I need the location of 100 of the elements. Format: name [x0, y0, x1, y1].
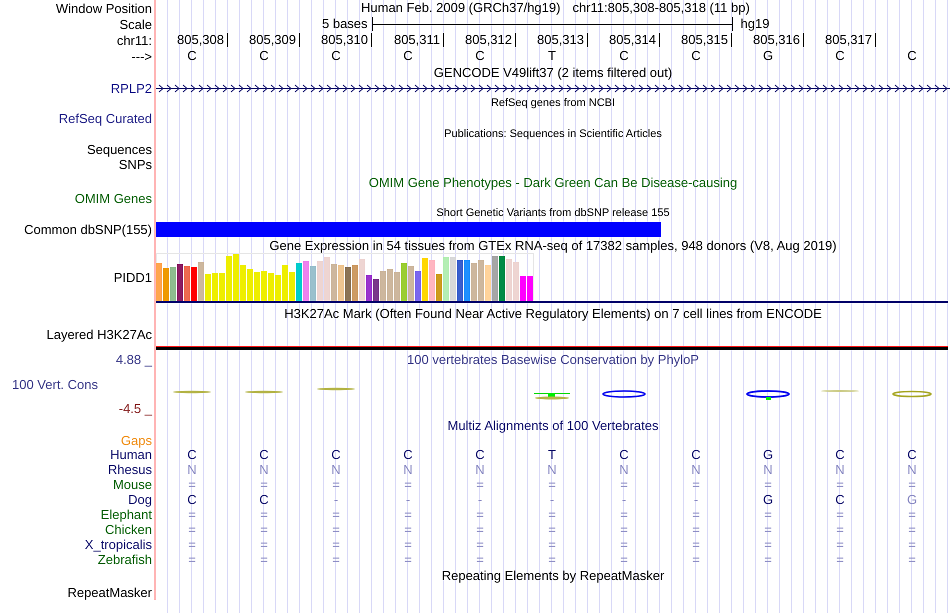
alignment-base: = [476, 477, 484, 492]
alignment-base: N [835, 462, 845, 477]
base-letter: T [548, 48, 556, 64]
alignment-base: N [187, 462, 197, 477]
track-label[interactable]: SNPs [118, 157, 152, 172]
position-label: 805,312 [444, 33, 516, 47]
track-label[interactable]: PIDD1 [114, 270, 152, 284]
alignment-base: - [694, 492, 698, 507]
alignment-base: = [836, 552, 844, 567]
alignment-base: = [764, 552, 772, 567]
species-label[interactable]: Human [110, 447, 152, 462]
alignment-base: = [908, 537, 916, 552]
track-title: Short Genetic Variants from dbSNP release 155 [436, 207, 670, 220]
alignment-base: G [762, 447, 774, 462]
alignment-base: = [332, 522, 340, 537]
base-letter: C [331, 48, 341, 64]
alignment-base: C [403, 447, 413, 462]
alignment-base: = [620, 507, 628, 522]
alignment-base: C [259, 447, 269, 462]
track-title: Gene Expression in 54 tissues from GTEx RNA-seq of 17382 samples, 948 donors (V8, Aug 2019) [269, 238, 837, 252]
species-label[interactable]: Chicken [105, 522, 152, 537]
track-label[interactable]: 100 Vert. Cons [12, 376, 98, 392]
alignment-base: - [478, 492, 482, 507]
alignment-base: = [404, 552, 412, 567]
alignment-base: = [764, 477, 772, 492]
position-label: 805,311 [372, 33, 444, 47]
track-label[interactable]: RPLP2 [110, 80, 152, 96]
position-label: 805,308 [156, 33, 228, 47]
alignment-base: = [692, 522, 700, 537]
track-label[interactable]: RefSeq Curated [58, 110, 152, 126]
position-label: 805,314 [588, 33, 660, 47]
alignment-base: = [332, 552, 340, 567]
track-label[interactable]: Layered H3K27Ac [46, 327, 152, 342]
base-letter: C [619, 48, 629, 64]
species-label[interactable]: Mouse [112, 477, 152, 492]
alignment-base: C [259, 492, 269, 507]
alignment-base: N [259, 462, 269, 477]
alignment-base: C [691, 447, 701, 462]
alignment-base: = [548, 537, 556, 552]
alignment-base: N [331, 462, 341, 477]
alignment-base: = [908, 507, 916, 522]
alignment-base: N [619, 462, 629, 477]
alignment-base: = [692, 552, 700, 567]
alignment-base: C [835, 492, 845, 507]
track-label[interactable]: Common dbSNP(155) [24, 222, 152, 236]
base-letter: C [187, 48, 197, 64]
base-letter: G [762, 48, 774, 64]
alignment-base: = [764, 537, 772, 552]
track-label[interactable]: OMIM Genes [74, 190, 152, 206]
alignment-base: = [620, 522, 628, 537]
alignment-base: G [906, 492, 918, 507]
alignment-base: = [332, 507, 340, 522]
alignment-base: N [403, 462, 413, 477]
alignment-base: G [762, 492, 774, 507]
position-label: 805,317 [804, 33, 876, 47]
alignment-base: = [188, 552, 196, 567]
alignment-base: = [620, 552, 628, 567]
alignment-base: - [550, 492, 554, 507]
alignment-base: = [404, 477, 412, 492]
alignment-base: T [548, 447, 556, 462]
alignment-base: = [404, 537, 412, 552]
base-letter: C [259, 48, 269, 64]
track-title: Repeating Elements by RepeatMasker [442, 568, 664, 583]
base-letter: C [835, 48, 845, 64]
alignment-base: - [334, 492, 338, 507]
track-label: chr11: [116, 32, 152, 48]
position-label: 805,310 [300, 33, 372, 47]
alignment-base: = [764, 507, 772, 522]
alignment-base: = [548, 507, 556, 522]
species-label[interactable]: Dog [128, 492, 152, 507]
track-title: Publications: Sequences in Scientific Articles [444, 128, 662, 140]
alignment-base: = [188, 477, 196, 492]
alignment-base: = [188, 522, 196, 537]
alignment-base: = [476, 522, 484, 537]
alignment-base: = [548, 522, 556, 537]
track-title: H3K27Ac Mark (Often Found Near Active Regulatory Elements) on 7 cell lines from ENCODE [284, 306, 822, 321]
alignment-base: = [692, 507, 700, 522]
alignment-base: = [908, 552, 916, 567]
track-title: GENCODE V49lift37 (2 items filtered out) [434, 64, 672, 80]
track-label: ---> [131, 48, 152, 64]
track-title: OMIM Gene Phenotypes - Dark Green Can Be Disease-causing [368, 175, 738, 190]
species-label[interactable]: Elephant [100, 507, 152, 522]
species-label[interactable]: Zebrafish [98, 552, 152, 567]
alignment-base: C [331, 447, 341, 462]
alignment-base: N [547, 462, 557, 477]
alignment-base: - [622, 492, 626, 507]
species-label[interactable]: X_tropicalis [84, 537, 152, 552]
alignment-base: = [620, 477, 628, 492]
alignment-base: = [692, 537, 700, 552]
track-label: Scale [119, 16, 152, 32]
base-letter: C [907, 48, 917, 64]
species-label[interactable]: Rhesus [108, 462, 152, 477]
track-label[interactable]: Sequences [86, 142, 152, 157]
alignment-base: C [475, 447, 485, 462]
alignment-base: C [187, 492, 197, 507]
track-label[interactable]: RepeatMasker [67, 584, 152, 600]
alignment-base: N [475, 462, 485, 477]
alignment-base: C [619, 447, 629, 462]
alignment-base: C [835, 447, 845, 462]
scale-text: 5 bases [322, 15, 368, 34]
